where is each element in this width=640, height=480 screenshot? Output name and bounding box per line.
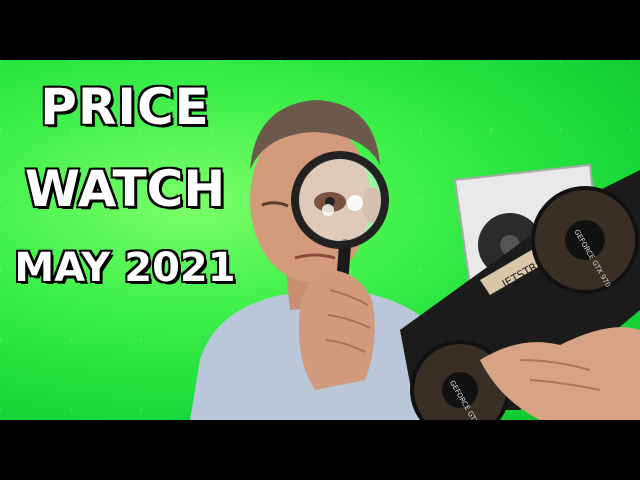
title-line-price: PRICE bbox=[39, 77, 211, 138]
title-line-date: MAY 2021 bbox=[13, 244, 237, 293]
letterbox-top bbox=[0, 0, 640, 60]
title-line-watch: WATCH bbox=[23, 159, 226, 220]
left-hand bbox=[299, 270, 375, 390]
letterbox-bottom bbox=[0, 420, 640, 480]
